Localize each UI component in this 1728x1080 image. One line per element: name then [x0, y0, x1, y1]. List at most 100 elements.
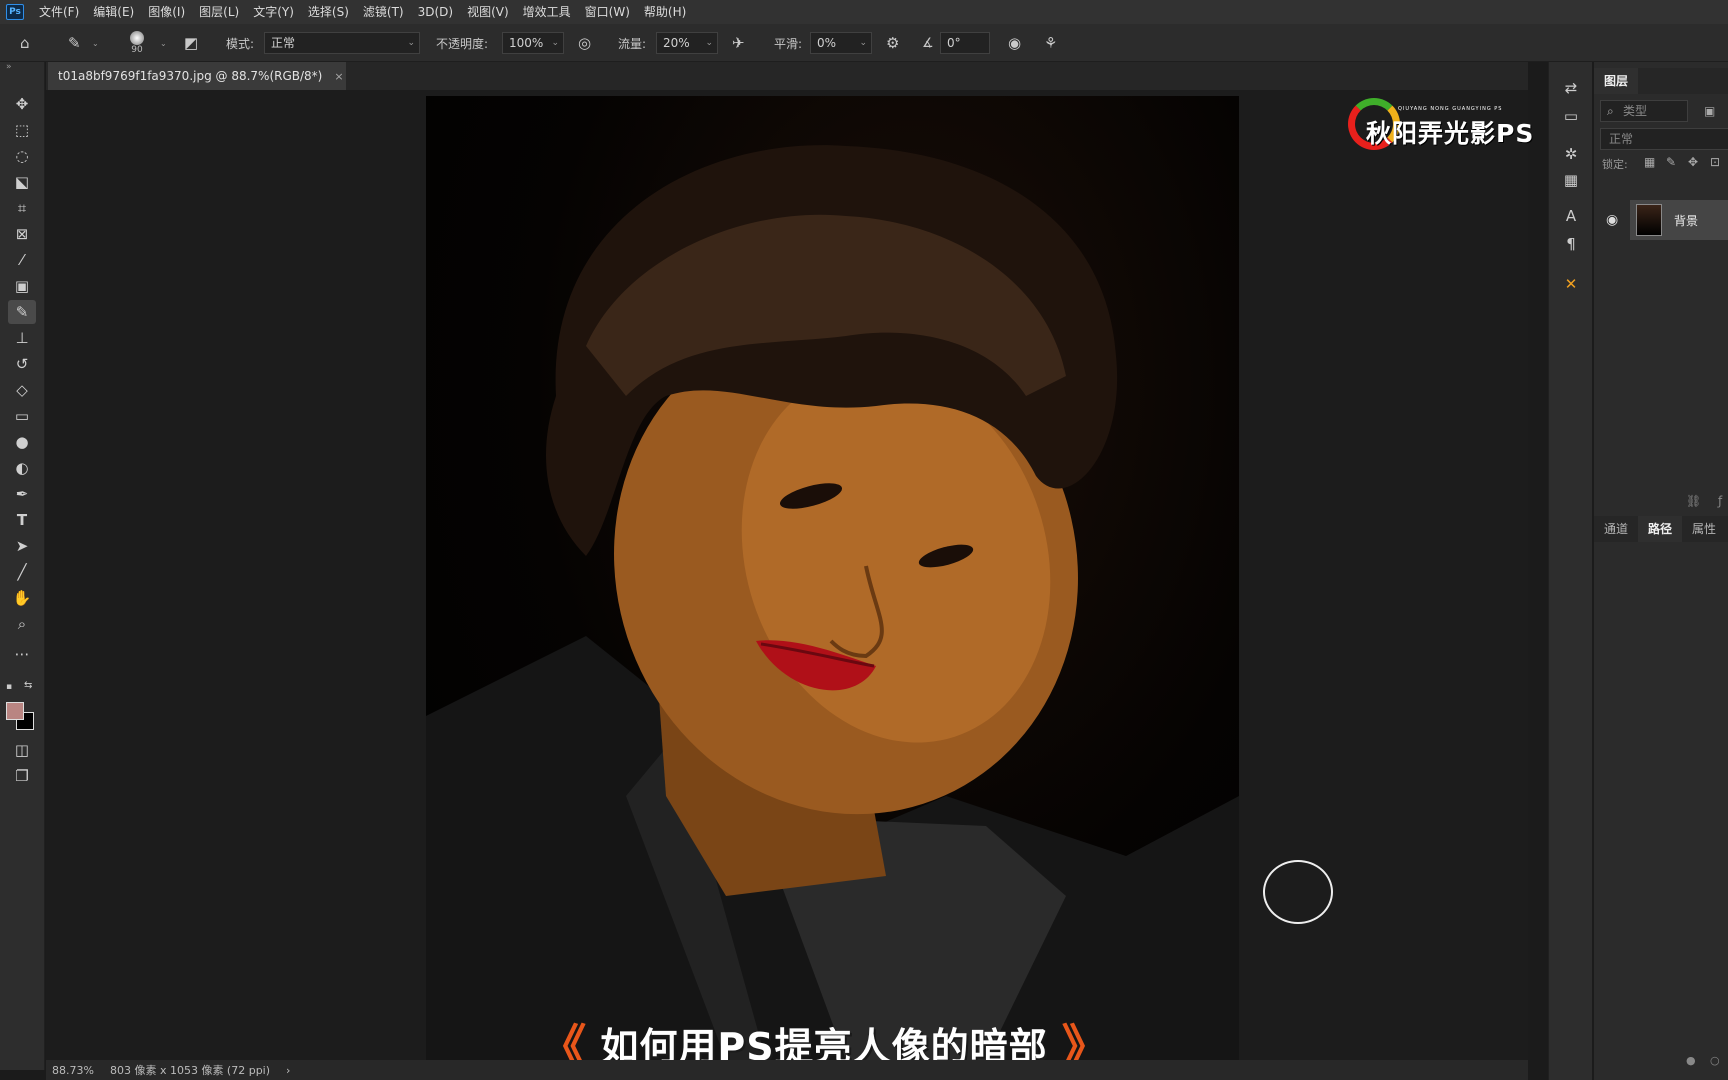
bottom-panel-tabs: 通道 路径 属性 [1594, 516, 1728, 542]
flow-input[interactable]: 20% ⌄ [656, 32, 718, 54]
history-panel-icon[interactable]: ⇄ [1559, 76, 1583, 100]
stroke-path-icon[interactable]: ○ [1710, 1054, 1720, 1067]
character-panel-icon[interactable]: A [1559, 204, 1583, 228]
object-select-tool-icon[interactable]: ⬕ [8, 170, 36, 194]
watermark-big-text: 秋阳弄光影PS [1366, 119, 1535, 148]
lock-position-icon[interactable]: ✥ [1688, 155, 1698, 169]
options-bar: ⌂ ✎ ⌄ 90 ⌄ ◩ 模式: 正常 ⌄ 不透明度: 100% ⌄ ◎ 流量:… [0, 24, 1728, 62]
type-tool-icon[interactable]: T [8, 508, 36, 532]
lock-pixels-icon[interactable]: ✎ [1666, 155, 1676, 169]
healing-brush-tool-icon[interactable]: ▣ [8, 274, 36, 298]
frame-tool-icon[interactable]: ⊠ [8, 222, 36, 246]
tab-layers[interactable]: 图层 [1594, 68, 1639, 94]
menu-edit[interactable]: 编辑(E) [86, 0, 141, 24]
document-title: t01a8bf9769f1fa9370.jpg @ 88.7%(RGB/8*) [58, 69, 323, 83]
move-tool-icon[interactable]: ✥ [8, 92, 36, 116]
marquee-tool-icon[interactable]: ⬚ [8, 118, 36, 142]
pen-tool-icon[interactable]: ✒ [8, 482, 36, 506]
brush-preset-icon[interactable]: ✎ [68, 24, 81, 62]
line-tool-icon[interactable]: ╱ [8, 560, 36, 584]
image-filter-icon[interactable]: ▣ [1704, 104, 1715, 118]
tools-plugin-icon[interactable]: ✕ [1559, 272, 1583, 296]
crop-tool-icon[interactable]: ⌗ [8, 196, 36, 220]
portrait-illustration [426, 145, 1239, 1060]
menu-view[interactable]: 视图(V) [460, 0, 516, 24]
paragraph-panel-icon[interactable]: ¶ [1559, 232, 1583, 256]
opacity-value: 100% [509, 36, 544, 50]
lock-artboard-icon[interactable]: ⊡ [1710, 155, 1720, 169]
link-layers-icon[interactable]: ⛓ [1686, 494, 1701, 508]
zoom-tool-icon[interactable]: ⌕ [8, 612, 36, 636]
tools-panel: » ✥ ⬚ ◌ ⬕ ⌗ ⊠ ⁄ ▣ ✎ ⊥ ↺ ◇ ▭ ● ◐ ✒ T ➤ ╱ … [0, 62, 45, 1070]
status-menu-arrow-icon[interactable]: › [286, 1064, 290, 1077]
gear-icon[interactable]: ⚙ [886, 24, 899, 62]
blur-tool-icon[interactable]: ● [8, 430, 36, 454]
layer-filter-select[interactable]: ⌕ 类型 [1600, 100, 1688, 122]
quick-mask-icon[interactable]: ◫ [8, 738, 36, 762]
comments-panel-icon[interactable]: ▭ [1559, 104, 1583, 128]
layer-row[interactable]: 背景 [1630, 200, 1728, 240]
chevron-down-icon: ⌄ [407, 38, 415, 48]
dodge-tool-icon[interactable]: ◐ [8, 456, 36, 480]
tab-properties[interactable]: 属性 [1682, 516, 1726, 542]
eyedropper-tool-icon[interactable]: ⁄ [8, 248, 36, 272]
tab-paths[interactable]: 路径 [1638, 516, 1683, 542]
clone-stamp-tool-icon[interactable]: ⊥ [8, 326, 36, 350]
history-brush-tool-icon[interactable]: ↺ [8, 352, 36, 376]
home-icon[interactable]: ⌂ [20, 24, 30, 62]
chevron-down-icon[interactable]: ⌄ [92, 24, 99, 62]
lock-transparency-icon[interactable]: ▦ [1644, 155, 1655, 169]
close-icon[interactable]: × [334, 70, 343, 83]
zoom-level[interactable]: 88.73% [52, 1064, 94, 1077]
path-select-tool-icon[interactable]: ➤ [8, 534, 36, 558]
eraser-tool-icon[interactable]: ◇ [8, 378, 36, 402]
menu-type[interactable]: 文字(Y) [246, 0, 301, 24]
document-tab[interactable]: t01a8bf9769f1fa9370.jpg @ 88.7%(RGB/8*) … [48, 62, 346, 90]
brush-settings-icon[interactable]: ◩ [184, 24, 198, 62]
default-colors-icon[interactable]: ▪ [6, 682, 12, 692]
histogram-panel-icon[interactable]: ▦ [1559, 168, 1583, 192]
menu-plugins[interactable]: 增效工具 [516, 0, 578, 24]
document-tab-bar: t01a8bf9769f1fa9370.jpg @ 88.7%(RGB/8*) … [46, 62, 1528, 90]
visibility-eye-icon[interactable]: ◉ [1606, 212, 1618, 228]
screen-mode-icon[interactable]: ❐ [8, 764, 36, 788]
smoothing-input[interactable]: 0% ⌄ [810, 32, 872, 54]
pressure-opacity-icon[interactable]: ◎ [578, 24, 591, 62]
menu-file[interactable]: 文件(F) [32, 0, 86, 24]
swap-colors-icon[interactable]: ⇆ [24, 680, 32, 691]
menu-select[interactable]: 选择(S) [301, 0, 356, 24]
canvas-area[interactable]: 《 如何用PS提亮人像的暗部 》 [46, 90, 1528, 1076]
fill-path-icon[interactable]: ● [1686, 1054, 1696, 1067]
fx-icon[interactable]: ƒ [1718, 494, 1722, 508]
portrait-image[interactable] [426, 96, 1239, 1060]
menu-3d[interactable]: 3D(D) [411, 0, 460, 24]
mode-select[interactable]: 正常 ⌄ [264, 32, 420, 54]
tab-channels[interactable]: 通道 [1594, 516, 1638, 542]
blend-mode-select[interactable]: 正常 [1600, 128, 1728, 150]
menu-layer[interactable]: 图层(L) [192, 0, 246, 24]
opacity-input[interactable]: 100% ⌄ [502, 32, 564, 54]
pressure-size-icon[interactable]: ◉ [1008, 24, 1021, 62]
brush-size-picker[interactable]: 90 [130, 24, 144, 62]
hand-tool-icon[interactable]: ✋ [8, 586, 36, 610]
layer-filter-text: 类型 [1623, 104, 1648, 118]
brush-size-label: 90 [131, 45, 143, 55]
lasso-tool-icon[interactable]: ◌ [8, 144, 36, 168]
brush-tool-icon[interactable]: ✎ [8, 300, 36, 324]
angle-input[interactable]: 0° [940, 32, 990, 54]
airbrush-icon[interactable]: ✈ [732, 24, 745, 62]
foreground-color-swatch[interactable] [6, 702, 24, 720]
gradient-tool-icon[interactable]: ▭ [8, 404, 36, 428]
expand-icon[interactable]: » [6, 62, 12, 72]
symmetry-icon[interactable]: ⚘ [1044, 24, 1057, 62]
status-bar: 88.73% 803 像素 x 1053 像素 (72 ppi) › [46, 1060, 1528, 1080]
menu-filter[interactable]: 滤镜(T) [356, 0, 411, 24]
chevron-down-icon[interactable]: ⌄ [160, 24, 167, 62]
more-tools-icon[interactable]: ⋯ [8, 642, 36, 666]
search-icon: ⌕ [1607, 104, 1614, 118]
adjustments-panel-icon[interactable]: ✲ [1559, 142, 1583, 166]
menu-window[interactable]: 窗口(W) [578, 0, 637, 24]
menu-image[interactable]: 图像(I) [141, 0, 192, 24]
photoshop-window: Ps 文件(F) 编辑(E) 图像(I) 图层(L) 文字(Y) 选择(S) 滤… [0, 0, 1728, 1080]
menu-help[interactable]: 帮助(H) [637, 0, 693, 24]
